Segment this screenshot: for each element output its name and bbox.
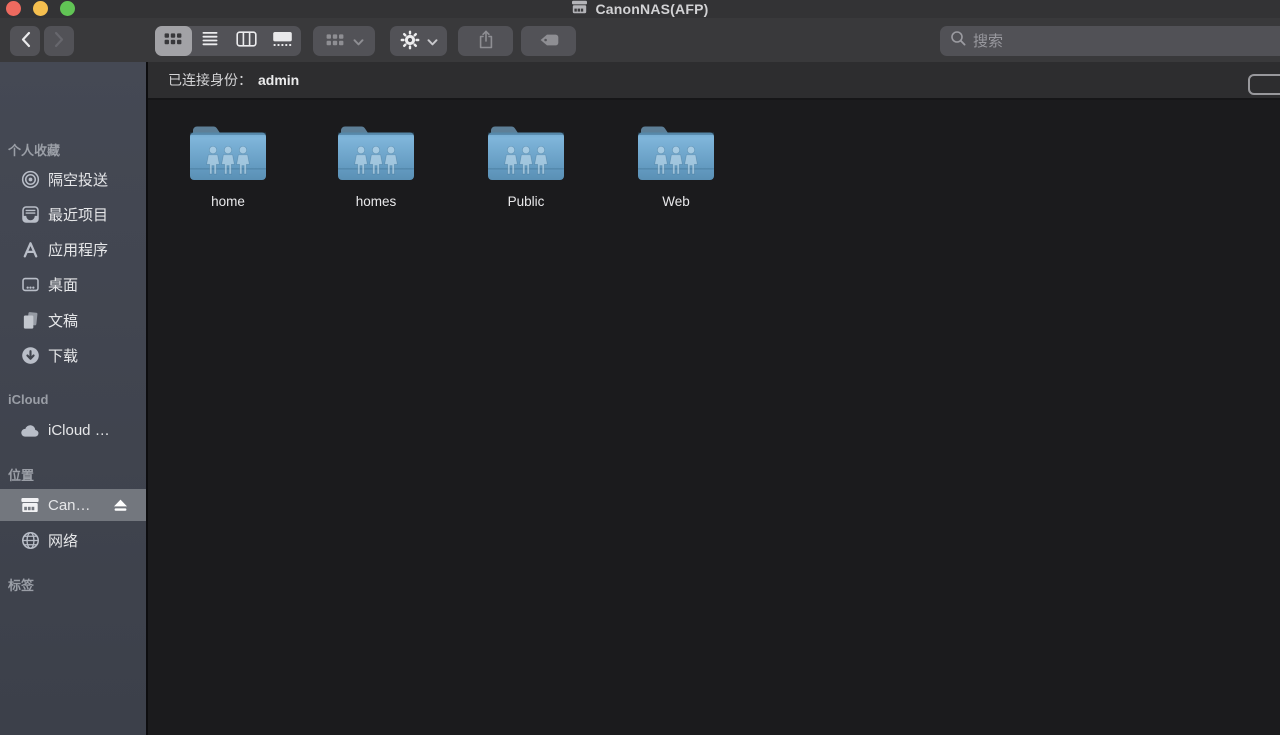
column-view-button[interactable] — [228, 26, 265, 56]
tag-button[interactable] — [521, 26, 576, 56]
file-item[interactable]: Web — [616, 122, 736, 209]
sidebar-item-label: 下载 — [48, 345, 78, 366]
file-item[interactable]: Public — [466, 122, 586, 209]
back-button[interactable] — [10, 26, 40, 56]
content-area: 已连接身份： admin — [148, 62, 1280, 735]
sidebar-item-applications[interactable]: 应用程序 — [0, 233, 146, 265]
list-view-icon — [201, 31, 219, 51]
gear-icon — [400, 30, 420, 53]
connection-status-label: 已连接身份： — [168, 70, 252, 90]
share-icon — [476, 29, 496, 53]
tag-icon — [538, 32, 560, 51]
column-view-icon — [236, 31, 257, 52]
sidebar-item-network[interactable]: 网络 — [0, 524, 146, 556]
sidebar-item-airdrop[interactable]: 隔空投送 — [0, 163, 146, 195]
nas-server-icon — [571, 0, 588, 19]
file-name: home — [211, 194, 245, 209]
sidebar-header-favorites: 个人收藏 — [8, 140, 60, 159]
sidebar-item-icloud-drive[interactable]: iCloud … — [0, 414, 146, 446]
sidebar-header-icloud: iCloud — [8, 392, 48, 407]
recents-tray-icon — [20, 204, 40, 224]
shared-folder-icon — [485, 122, 567, 189]
sidebar-item-label: 网络 — [48, 530, 78, 551]
sidebar-item-label: Can… — [48, 497, 91, 514]
file-item[interactable]: homes — [316, 122, 436, 209]
connection-status-bar: 已连接身份： admin — [148, 62, 1280, 100]
shared-folder-icon — [187, 122, 269, 189]
sidebar: 个人收藏 隔空投送 最近项目 — [0, 62, 146, 735]
chevron-left-icon — [20, 31, 31, 51]
search-input[interactable] — [973, 33, 1253, 50]
group-by-button[interactable] — [313, 26, 375, 56]
file-name: Public — [508, 194, 545, 209]
cloud-icon — [20, 420, 40, 440]
desktop-window-icon — [20, 274, 40, 294]
share-button[interactable] — [458, 26, 513, 56]
group-grid-icon — [325, 33, 345, 50]
icon-view-button[interactable] — [155, 26, 192, 56]
view-mode-segmented-control — [155, 26, 301, 56]
shared-folder-icon — [635, 122, 717, 189]
sidebar-item-label: 最近项目 — [48, 204, 108, 225]
nas-server-icon — [20, 495, 40, 515]
search-field[interactable] — [940, 26, 1280, 56]
gallery-view-button[interactable] — [265, 26, 302, 56]
file-name: homes — [356, 194, 397, 209]
search-icon — [950, 30, 967, 52]
sidebar-item-downloads[interactable]: 下载 — [0, 339, 146, 371]
gallery-view-icon — [272, 31, 293, 52]
sidebar-item-desktop[interactable]: 桌面 — [0, 268, 146, 300]
window-title: CanonNAS(AFP) — [595, 1, 708, 17]
file-name: Web — [662, 194, 690, 209]
sidebar-item-recents[interactable]: 最近项目 — [0, 198, 146, 230]
chevron-down-icon — [427, 34, 438, 49]
sidebar-item-label: 文稿 — [48, 310, 78, 331]
applications-a-icon — [20, 239, 40, 259]
shared-folder-icon — [335, 122, 417, 189]
finder-window: CanonNAS(AFP) — [0, 0, 1280, 735]
documents-pages-icon — [20, 310, 40, 330]
sidebar-item-label: 隔空投送 — [48, 169, 108, 190]
chevron-right-icon — [54, 31, 65, 51]
sidebar-item-label: 桌面 — [48, 274, 78, 295]
sidebar-item-label: iCloud … — [48, 422, 110, 439]
connected-user: admin — [258, 72, 299, 88]
chevron-down-icon — [353, 34, 364, 49]
eject-icon[interactable] — [110, 496, 130, 514]
title-bar: CanonNAS(AFP) — [0, 0, 1280, 18]
grid-view-icon — [163, 32, 183, 51]
forward-button[interactable] — [44, 26, 74, 56]
toolbar — [0, 18, 1280, 62]
sidebar-item-label: 应用程序 — [48, 239, 108, 260]
list-view-button[interactable] — [192, 26, 229, 56]
action-menu-button[interactable] — [390, 26, 447, 56]
sidebar-header-locations: 位置 — [8, 465, 34, 484]
downloads-arrow-icon — [20, 345, 40, 365]
sidebar-header-tags: 标签 — [8, 575, 34, 594]
disconnect-button-partial[interactable] — [1248, 74, 1280, 95]
file-item[interactable]: home — [168, 122, 288, 209]
sidebar-item-documents[interactable]: 文稿 — [0, 304, 146, 336]
network-globe-icon — [20, 530, 40, 550]
airdrop-icon — [20, 169, 40, 189]
sidebar-item-canonnas[interactable]: Can… — [0, 489, 146, 521]
